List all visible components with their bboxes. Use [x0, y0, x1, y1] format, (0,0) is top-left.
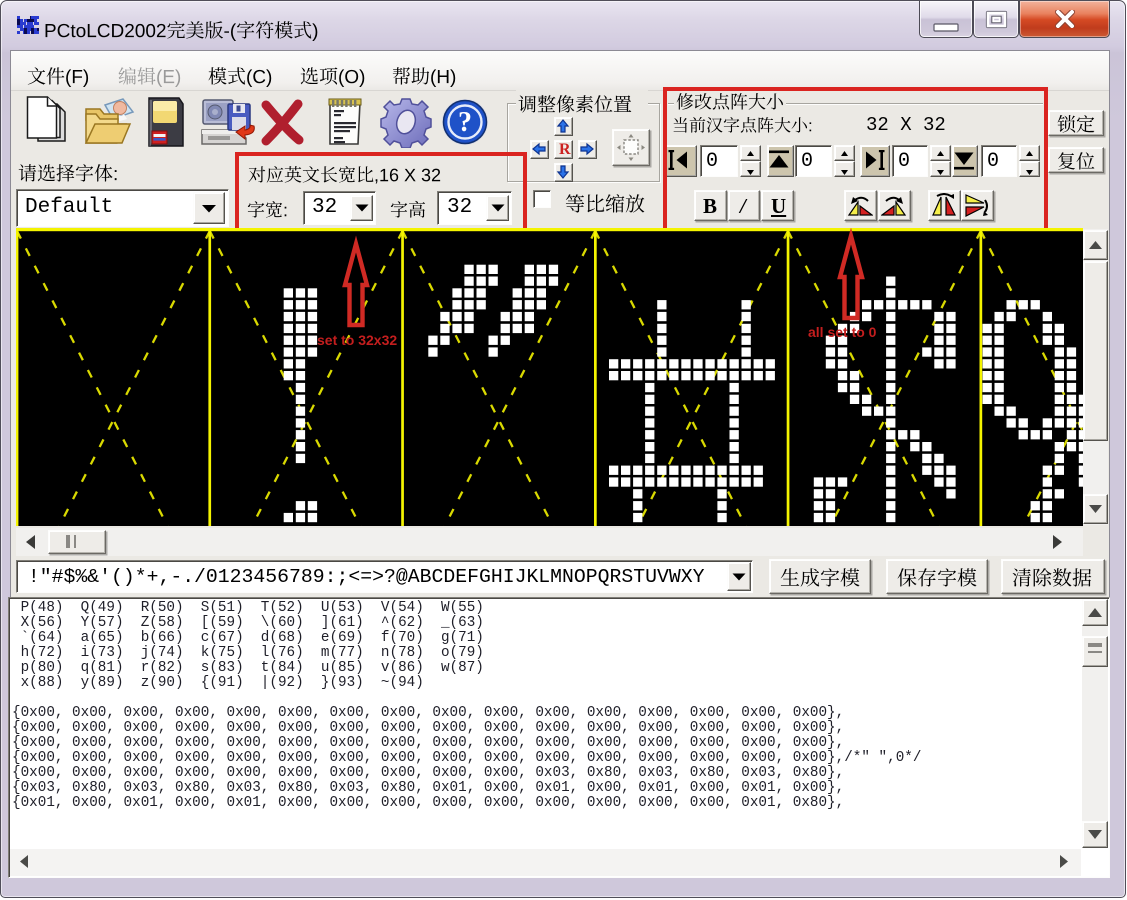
- svg-text:set to 32x32: set to 32x32: [317, 332, 397, 348]
- svg-text:?: ?: [458, 107, 472, 138]
- svg-text:all set to 0: all set to 0: [808, 324, 877, 340]
